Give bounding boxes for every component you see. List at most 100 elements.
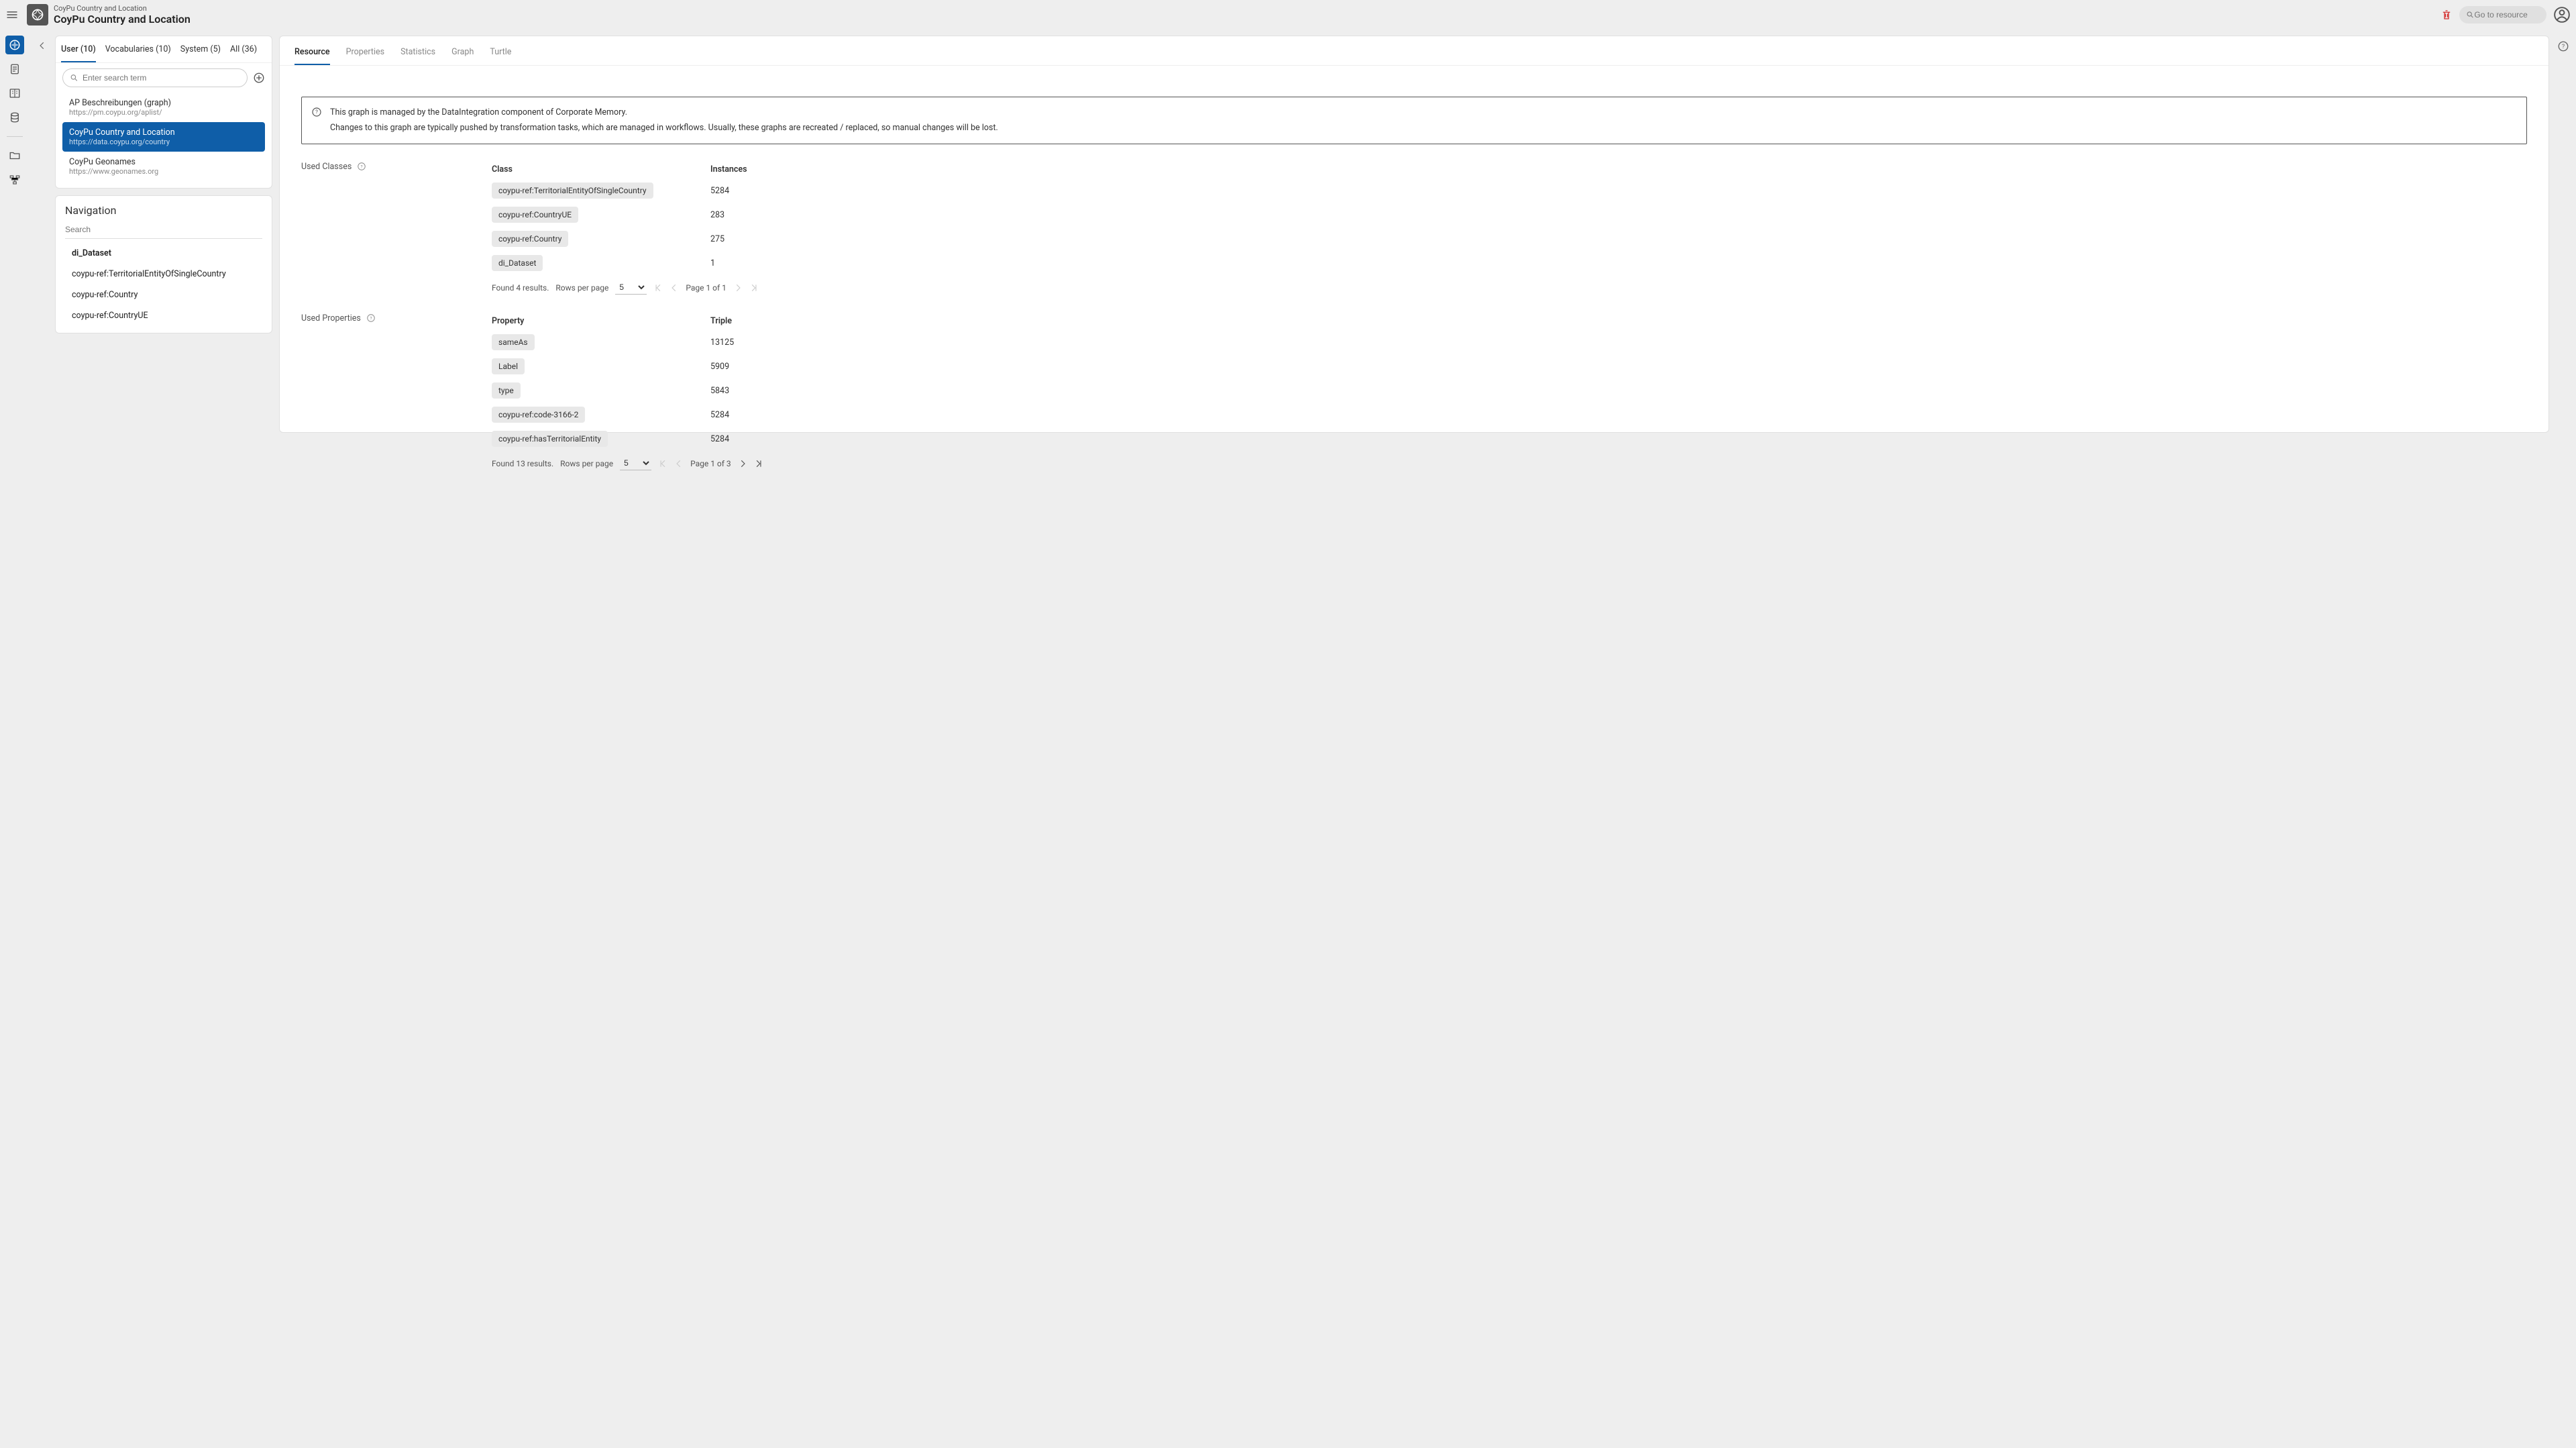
trash-icon[interactable]: [2440, 9, 2453, 21]
tab-system[interactable]: System (5): [180, 36, 221, 62]
svg-text:?: ?: [315, 109, 318, 115]
svg-text:?: ?: [361, 164, 363, 169]
user-icon[interactable]: [2553, 6, 2571, 23]
svg-text:?: ?: [2562, 44, 2565, 50]
breadcrumb: CoyPu Country and Location: [54, 4, 191, 13]
class-chip[interactable]: di_Dataset: [492, 255, 543, 271]
tab-all[interactable]: All (36): [230, 36, 257, 62]
next-page-icon[interactable]: [738, 459, 747, 468]
resource-item[interactable]: CoyPu Geonames https://www.geonames.org: [62, 152, 265, 181]
tab-vocabularies[interactable]: Vocabularies (10): [105, 36, 171, 62]
table-row: coypu-ref:code-3166-2 5284: [492, 403, 2527, 427]
navigation-title: Navigation: [56, 196, 272, 221]
header-search[interactable]: [2459, 6, 2546, 23]
resource-item-title: AP Beschreibungen (graph): [69, 98, 258, 108]
triple-count: 5843: [710, 386, 2527, 396]
resource-search[interactable]: [62, 68, 248, 87]
property-chip[interactable]: coypu-ref:hasTerritorialEntity: [492, 431, 608, 447]
rows-per-page-label: Rows per page: [555, 283, 608, 293]
table-row: coypu-ref:Country 275: [492, 227, 2527, 251]
class-chip[interactable]: coypu-ref:TerritorialEntityOfSingleCount…: [492, 183, 653, 199]
table-row: di_Dataset 1: [492, 251, 2527, 275]
resource-search-input[interactable]: [83, 73, 240, 83]
rail-document-icon[interactable]: [5, 60, 24, 79]
col-header-class: Class: [492, 164, 710, 174]
menu-icon[interactable]: [5, 8, 19, 21]
main-tabs: Resource Properties Statistics Graph Tur…: [280, 36, 2548, 66]
instance-count: 1: [710, 258, 2527, 268]
tab-graph[interactable]: Graph: [451, 43, 474, 65]
help-icon[interactable]: ?: [357, 162, 366, 171]
table-row: coypu-ref:hasTerritorialEntity 5284: [492, 427, 2527, 451]
table-row: type 5843: [492, 378, 2527, 403]
app-logo[interactable]: [27, 4, 48, 25]
svg-text:?: ?: [370, 315, 372, 321]
triple-count: 5284: [710, 434, 2527, 444]
next-page-icon[interactable]: [733, 283, 743, 293]
class-chip[interactable]: coypu-ref:CountryUE: [492, 207, 578, 223]
resource-list-panel: User (10) Vocabularies (10) System (5) A…: [55, 36, 272, 189]
last-page-icon[interactable]: [754, 459, 763, 468]
page-title: CoyPu Country and Location: [54, 13, 191, 25]
collapse-panel-icon[interactable]: [38, 41, 47, 50]
resource-item-url: https://pm.coypu.org/aplist/: [69, 108, 258, 117]
property-chip[interactable]: type: [492, 382, 521, 399]
main-panel: Resource Properties Statistics Graph Tur…: [279, 36, 2549, 433]
rows-per-page-select[interactable]: 5: [615, 280, 647, 295]
nav-item[interactable]: coypu-ref:TerritorialEntityOfSingleCount…: [56, 264, 272, 285]
tab-user[interactable]: User (10): [61, 36, 96, 62]
first-page-icon[interactable]: [658, 459, 667, 468]
rail-folder-icon[interactable]: [5, 146, 24, 165]
resource-item[interactable]: AP Beschreibungen (graph) https://pm.coy…: [62, 93, 265, 122]
prev-page-icon[interactable]: [669, 283, 679, 293]
triple-count: 5909: [710, 362, 2527, 372]
tab-statistics[interactable]: Statistics: [400, 43, 435, 65]
property-chip[interactable]: sameAs: [492, 334, 535, 350]
col-header-triple: Triple: [710, 316, 2527, 326]
header-titles: CoyPu Country and Location CoyPu Country…: [54, 4, 191, 25]
nav-item[interactable]: coypu-ref:Country: [56, 285, 272, 305]
resource-filter-tabs: User (10) Vocabularies (10) System (5) A…: [56, 36, 272, 63]
rail-explore-icon[interactable]: [5, 36, 24, 54]
instance-count: 5284: [710, 186, 2527, 196]
instance-count: 275: [710, 234, 2527, 244]
app-header: CoyPu Country and Location CoyPu Country…: [0, 0, 2576, 29]
class-chip[interactable]: coypu-ref:Country: [492, 231, 568, 247]
page-indicator: Page 1 of 1: [686, 283, 727, 293]
table-row: coypu-ref:TerritorialEntityOfSingleCount…: [492, 178, 2527, 203]
property-chip[interactable]: coypu-ref:code-3166-2: [492, 407, 585, 423]
instance-count: 283: [710, 210, 2527, 220]
info-banner: ? This graph is managed by the DataInteg…: [301, 97, 2527, 144]
last-page-icon[interactable]: [749, 283, 759, 293]
help-icon[interactable]: ?: [366, 313, 376, 323]
rows-per-page-select[interactable]: 5: [620, 456, 651, 470]
prev-page-icon[interactable]: [674, 459, 684, 468]
nav-item[interactable]: di_Dataset: [56, 243, 272, 264]
tab-resource[interactable]: Resource: [294, 43, 330, 65]
rail-book-icon[interactable]: [5, 84, 24, 103]
resource-item-title: CoyPu Geonames: [69, 157, 258, 167]
add-resource-icon[interactable]: [253, 72, 265, 84]
search-icon: [70, 73, 78, 83]
table-row: sameAs 13125: [492, 330, 2527, 354]
tab-properties[interactable]: Properties: [346, 43, 385, 65]
navigation-search-input[interactable]: [65, 221, 262, 239]
rail-workflow-icon[interactable]: [5, 170, 24, 189]
rows-per-page-label: Rows per page: [560, 459, 613, 468]
rail-database-icon[interactable]: [5, 108, 24, 127]
nav-item[interactable]: coypu-ref:CountryUE: [56, 305, 272, 326]
resource-item-title: CoyPu Country and Location: [69, 127, 258, 138]
col-header-instances: Instances: [710, 164, 2527, 174]
table-row: Label 5909: [492, 354, 2527, 378]
resource-item-url: https://www.geonames.org: [69, 167, 258, 176]
banner-line-2: Changes to this graph are typically push…: [330, 121, 998, 136]
tab-turtle[interactable]: Turtle: [490, 43, 511, 65]
main-help-icon[interactable]: ?: [2557, 40, 2569, 52]
col-header-property: Property: [492, 316, 710, 326]
found-results-text: Found 13 results.: [492, 459, 553, 468]
first-page-icon[interactable]: [653, 283, 663, 293]
property-chip[interactable]: Label: [492, 358, 525, 374]
header-search-input[interactable]: [2474, 10, 2540, 19]
resource-item-url: https://data.coypu.org/country: [69, 138, 258, 146]
resource-item[interactable]: CoyPu Country and Location https://data.…: [62, 122, 265, 152]
